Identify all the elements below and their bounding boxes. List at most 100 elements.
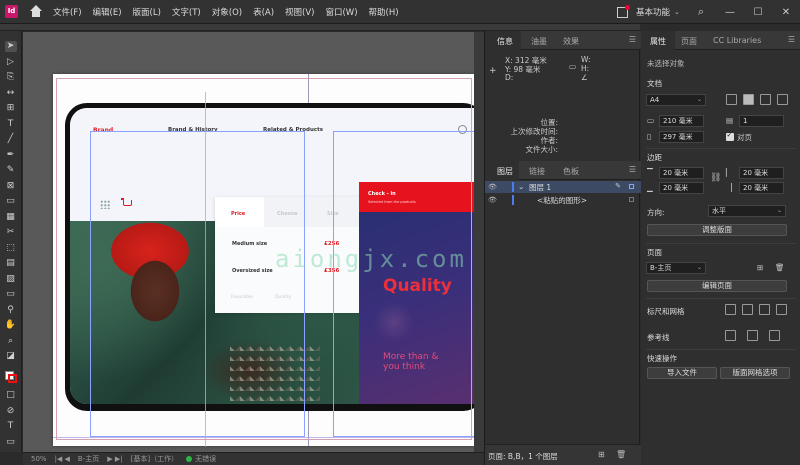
lock-guides-icon[interactable]: [747, 330, 758, 341]
note-tool-icon[interactable]: ▭: [5, 289, 17, 300]
menu-layout[interactable]: 版面(L): [133, 6, 161, 18]
layer-name[interactable]: 图层 1: [529, 182, 551, 193]
tab-pages[interactable]: 页面: [681, 36, 697, 47]
current-page[interactable]: B-主页: [78, 454, 99, 464]
eyedropper-tool-icon[interactable]: ⚲: [5, 305, 17, 316]
direct-selection-tool-icon[interactable]: ▷: [5, 57, 17, 68]
gap-tool-icon[interactable]: ↔: [5, 88, 17, 99]
page-nav-next-icon[interactable]: ▶ ▶|: [107, 455, 122, 463]
minimize-button[interactable]: —: [716, 7, 744, 18]
gradient-feather-tool-icon[interactable]: ▨: [5, 274, 17, 285]
zoom-level[interactable]: 50%: [31, 455, 47, 463]
fill-stroke-swatch[interactable]: [4, 370, 17, 383]
menu-object[interactable]: 对象(O): [212, 6, 242, 18]
zoom-tool-icon[interactable]: ⌕: [5, 336, 17, 347]
landscape-icon[interactable]: [743, 94, 754, 105]
binding-right-icon[interactable]: [777, 94, 788, 105]
ruler-icon[interactable]: [725, 304, 736, 315]
text-mode-icon[interactable]: T: [5, 421, 17, 432]
facing-pages-checkbox[interactable]: [726, 131, 734, 141]
portrait-icon[interactable]: [726, 94, 737, 105]
menu-help[interactable]: 帮助(H): [369, 6, 399, 18]
tab-layers[interactable]: 图层: [497, 166, 513, 177]
layer-row[interactable]: 👁 ⌄ 图层 1 ✎: [485, 181, 641, 193]
home-icon[interactable]: [29, 4, 43, 19]
margin-top-field[interactable]: 20 毫米: [659, 167, 704, 179]
width-field[interactable]: 210 毫米: [659, 115, 704, 127]
import-file-button[interactable]: 导入文件: [647, 367, 717, 379]
panel-menu-icon[interactable]: ☰: [629, 165, 636, 174]
scissors-tool-icon[interactable]: ✂: [5, 227, 17, 238]
master-page-select[interactable]: B-主页 ⌄: [646, 262, 706, 274]
line-tool-icon[interactable]: ╱: [5, 134, 17, 145]
apply-none-icon[interactable]: ⊘: [5, 406, 17, 417]
adjust-layout-button[interactable]: 调整版面: [647, 224, 787, 236]
preflight-status[interactable]: 无错误: [186, 454, 216, 464]
maximize-button[interactable]: ☐: [744, 7, 772, 18]
menu-edit[interactable]: 编辑(E): [93, 6, 122, 18]
panel-menu-icon[interactable]: ☰: [629, 35, 636, 44]
eye-icon[interactable]: 👁: [488, 196, 497, 204]
screen-mode-icon[interactable]: ▭: [5, 437, 17, 448]
page-tool-icon[interactable]: ⎘: [5, 72, 17, 83]
tab-ink[interactable]: 油墨: [531, 36, 547, 47]
tablet-mockup[interactable]: Brand Brand & History Related & Products…: [65, 103, 484, 411]
canvas-scrollbar[interactable]: [474, 32, 484, 452]
content-collector-icon[interactable]: ⊞: [5, 103, 17, 114]
document-canvas[interactable]: Brand Brand & History Related & Products…: [23, 32, 484, 452]
margin-bottom-field[interactable]: 20 毫米: [659, 182, 704, 194]
tab-info[interactable]: 信息: [497, 36, 513, 47]
menu-view[interactable]: 视图(V): [285, 6, 314, 18]
gradient-swatch-tool-icon[interactable]: ▤: [5, 258, 17, 269]
delete-page-icon[interactable]: 🗑: [775, 263, 785, 272]
smart-guides-icon[interactable]: [769, 330, 780, 341]
baseline-grid-icon[interactable]: [742, 304, 753, 315]
page-size-select[interactable]: A4 ⌄: [646, 94, 706, 106]
selection-square-icon[interactable]: [629, 184, 634, 189]
menu-table[interactable]: 表(A): [253, 6, 274, 18]
tab-properties[interactable]: 属性: [650, 36, 666, 47]
pages-count-field[interactable]: 1: [739, 115, 784, 127]
search-icon[interactable]: ⌕: [698, 5, 704, 19]
link-icon[interactable]: ⛓: [710, 173, 721, 183]
pen-tool-icon[interactable]: ✒: [5, 150, 17, 161]
eye-icon[interactable]: 👁: [488, 183, 497, 191]
edit-page-button[interactable]: 编辑页面: [647, 280, 787, 292]
menu-window[interactable]: 窗口(W): [325, 6, 357, 18]
layout-grid-icon[interactable]: [776, 304, 787, 315]
hand-tool-icon[interactable]: ✋: [5, 320, 17, 331]
margin-left-field[interactable]: 20 毫米: [739, 167, 784, 179]
height-field[interactable]: 297 毫米: [659, 131, 704, 143]
trash-icon[interactable]: 🗑: [616, 450, 626, 459]
close-button[interactable]: ✕: [772, 7, 800, 18]
share-icon[interactable]: [616, 4, 630, 18]
workspace-switcher[interactable]: 基本功能: [636, 6, 670, 18]
document-grid-icon[interactable]: [759, 304, 770, 315]
layer-row[interactable]: 👁 <粘贴的图形>: [485, 194, 641, 206]
formatting-container-icon[interactable]: □: [5, 390, 17, 401]
chevron-down-icon[interactable]: ⌄: [674, 8, 680, 16]
orientation-select[interactable]: 水平 ⌄: [708, 205, 786, 217]
new-layer-icon[interactable]: ⊞: [598, 450, 605, 459]
stroke-swatch-icon[interactable]: [7, 373, 17, 383]
type-tool-icon[interactable]: T: [5, 119, 17, 130]
selection-square-icon[interactable]: [629, 197, 634, 202]
tab-cc-libraries[interactable]: CC Libraries: [713, 36, 761, 45]
rectangle-tool-icon[interactable]: ▭: [5, 196, 17, 207]
binding-left-icon[interactable]: [760, 94, 771, 105]
pencil-tool-icon[interactable]: ✎: [5, 165, 17, 176]
layer-name[interactable]: <粘贴的图形>: [537, 195, 587, 206]
tab-links[interactable]: 链接: [529, 166, 545, 177]
show-guides-icon[interactable]: [725, 330, 736, 341]
free-transform-tool-icon[interactable]: ⬚: [5, 243, 17, 254]
menu-file[interactable]: 文件(F): [53, 6, 82, 18]
layout-grid-options-button[interactable]: 版面网格选项: [720, 367, 790, 379]
page-nav-prev-icon[interactable]: |◀ ◀: [55, 455, 70, 463]
preflight-mode[interactable]: [基本]（工作）: [131, 454, 178, 464]
selection-tool-icon[interactable]: ➤: [4, 41, 17, 52]
panel-menu-icon[interactable]: ☰: [788, 35, 795, 44]
tab-effects[interactable]: 效果: [563, 36, 579, 47]
layer-expand-icon[interactable]: ⌄: [518, 182, 524, 191]
table-tool-icon[interactable]: ▦: [5, 212, 17, 223]
margin-right-field[interactable]: 20 毫米: [739, 182, 784, 194]
